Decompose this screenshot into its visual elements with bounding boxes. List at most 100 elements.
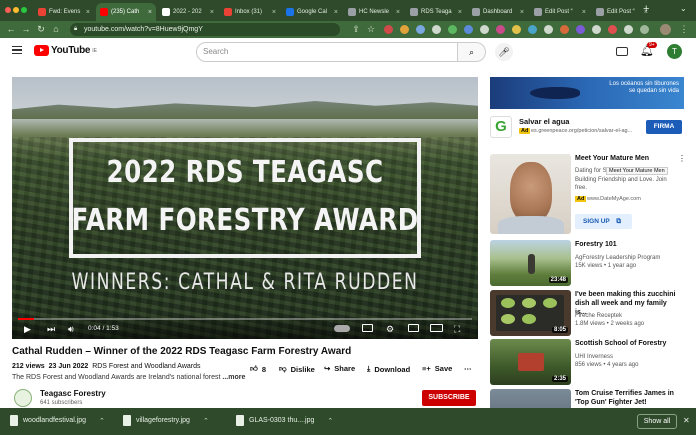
like-button[interactable]: 👍︎ 8 [250,364,266,374]
tab-close-icon[interactable]: × [517,9,524,16]
download-item[interactable]: villageforestry.jpg ⌃ [123,415,209,426]
ad-card[interactable]: G Salvar el agua Ad es.greenpeace.org/pe… [490,114,684,144]
extension-icon[interactable] [512,25,521,34]
search-input[interactable]: Search [196,42,458,62]
tab-close-icon[interactable]: × [269,9,276,16]
window-minimize-dot[interactable] [13,7,19,13]
autoplay-toggle[interactable] [334,325,350,332]
search-button[interactable]: ⌕ [458,42,486,62]
related-video[interactable]: 2:35 Scottish School of Forestry UHI Inv… [490,339,686,385]
subtitles-icon[interactable] [362,324,373,332]
tab-close-icon[interactable]: × [331,9,338,16]
theater-mode-icon[interactable] [430,324,443,332]
volume-icon[interactable]: 🔊︎ [68,323,74,335]
next-icon[interactable]: ⏭︎ [47,323,55,335]
related-video[interactable]: 23:48 Forestry 101 AgForestry Leadership… [490,240,686,286]
address-bar[interactable]: 🔒︎ youtube.com/watch?v=8Huew9jQmgY [70,23,340,36]
settings-gear-icon[interactable]: ⚙ [386,323,394,335]
browser-tab[interactable]: HC Newsle × [344,3,404,21]
tab-close-icon[interactable]: × [207,9,214,16]
browser-tab[interactable]: RDS Teaga × [406,3,466,21]
reload-icon[interactable]: ↻ [35,23,47,35]
tab-close-icon[interactable]: × [393,9,400,16]
browser-tab[interactable]: (235) Cath × [96,3,156,21]
extension-icon[interactable] [384,25,393,34]
browser-tab[interactable]: Dashboard × [468,3,528,21]
channel-avatar[interactable] [14,389,32,407]
sidebar-icon[interactable] [640,25,649,34]
miniplayer-icon[interactable] [408,324,419,332]
tab-close-icon[interactable]: × [579,9,586,16]
bookmark-star-icon[interactable]: ☆ [365,23,377,35]
extension-icon[interactable] [544,25,553,34]
extension-icon[interactable] [432,25,441,34]
ad-banner[interactable]: Los océanos sin tiburones se quedan sin … [490,77,684,109]
share-button[interactable]: ↪ Share [324,364,355,373]
share-page-icon[interactable]: ⇪ [350,23,362,35]
youtube-logo[interactable]: YouTube IE [34,45,97,56]
channel-name[interactable]: Teagasc Forestry [40,389,106,398]
download-button[interactable]: ⤓ Download [367,364,410,374]
extension-icon[interactable] [464,25,473,34]
chevron-up-icon[interactable]: ⌃ [203,417,209,425]
tab-close-icon[interactable]: × [145,9,152,16]
video-player[interactable]: 2022 RDS TEAGASC FARM FORESTRY AWARD WIN… [12,77,478,339]
puzzle-icon[interactable] [624,25,633,34]
chevron-up-icon[interactable]: ⌃ [327,417,333,425]
new-tab-button[interactable]: + [643,3,649,15]
related-video[interactable]: Tom Cruise Terrifies James in 'Top Gun' … [490,389,686,408]
tab-overflow-icon[interactable]: ⌄ [680,4,687,13]
extension-icon[interactable] [496,25,505,34]
profile-avatar[interactable] [660,24,671,35]
more-actions-icon[interactable]: ⋯ [464,364,472,373]
extension-icon[interactable] [528,25,537,34]
dislike-button[interactable]: 👎︎ Dislike [279,364,315,374]
extension-icon[interactable] [560,25,569,34]
account-avatar[interactable]: T [667,44,682,59]
extension-icon[interactable] [592,25,601,34]
menu-kebab-icon[interactable]: ⋮ [678,23,690,35]
extension-icon[interactable] [416,25,425,34]
extension-icon[interactable] [480,25,489,34]
home-icon[interactable]: ⌂ [50,23,62,35]
close-downloads-icon[interactable]: ✕ [683,416,690,425]
browser-tab[interactable]: 2022 - 202 × [158,3,218,21]
browser-tab[interactable]: Edit Post “ × [530,3,590,21]
create-video-icon[interactable] [616,47,628,56]
progress-bar[interactable] [18,318,472,320]
microphone-icon[interactable]: 🎤︎ [495,43,513,61]
download-item[interactable]: GLAS-0303 thu....jpg ⌃ [236,415,333,426]
signup-button[interactable]: SIGN UP ⧉ [575,214,632,229]
window-zoom-dot[interactable] [21,7,27,13]
tab-close-icon[interactable]: × [455,9,462,16]
related-video[interactable]: 8:05 I've been making this zucchini dish… [490,290,686,336]
ad-cta-button[interactable]: FIRMA [646,120,682,134]
more-link[interactable]: ...more [222,374,245,381]
browser-tab[interactable]: Fwd: Evens × [34,3,94,21]
window-close-dot[interactable] [5,7,11,13]
fullscreen-icon[interactable]: ⛶ [454,323,460,335]
browser-tab[interactable]: Inbox (31) × [220,3,280,21]
extension-icon[interactable] [576,25,585,34]
video-tag-link[interactable]: RDS Forest and Woodland Awards [92,363,200,370]
tab-label: Edit Post “ [545,9,573,15]
extension-icon[interactable] [608,25,617,34]
save-button[interactable]: ≡+ Save [422,364,452,373]
show-all-downloads-button[interactable]: Show all [637,414,677,429]
forward-icon[interactable]: → [20,23,32,35]
browser-tab[interactable]: Google Cal × [282,3,342,21]
chevron-up-icon[interactable]: ⌃ [99,417,105,425]
video-overlay-winners: WINNERS: CATHAL & RITA RUDDEN [71,270,419,295]
download-item[interactable]: woodlandfestival.jpg ⌃ [10,415,105,426]
extension-icon[interactable] [448,25,457,34]
subscribe-button[interactable]: SUBSCRIBE [422,390,476,406]
video-description[interactable]: The RDS Forest and Woodland Awards are I… [12,374,245,381]
play-icon[interactable]: ▶ [24,323,31,335]
tab-close-icon[interactable]: × [83,9,90,16]
sponsored-card[interactable]: Meet Your Mature Men ⋮ Dating for S Meet… [490,154,686,236]
extension-icon[interactable] [400,25,409,34]
hamburger-menu-icon[interactable] [12,46,22,54]
save-label: Save [434,364,453,373]
back-icon[interactable]: ← [5,23,17,35]
sponsored-kebab-icon[interactable]: ⋮ [678,154,686,163]
